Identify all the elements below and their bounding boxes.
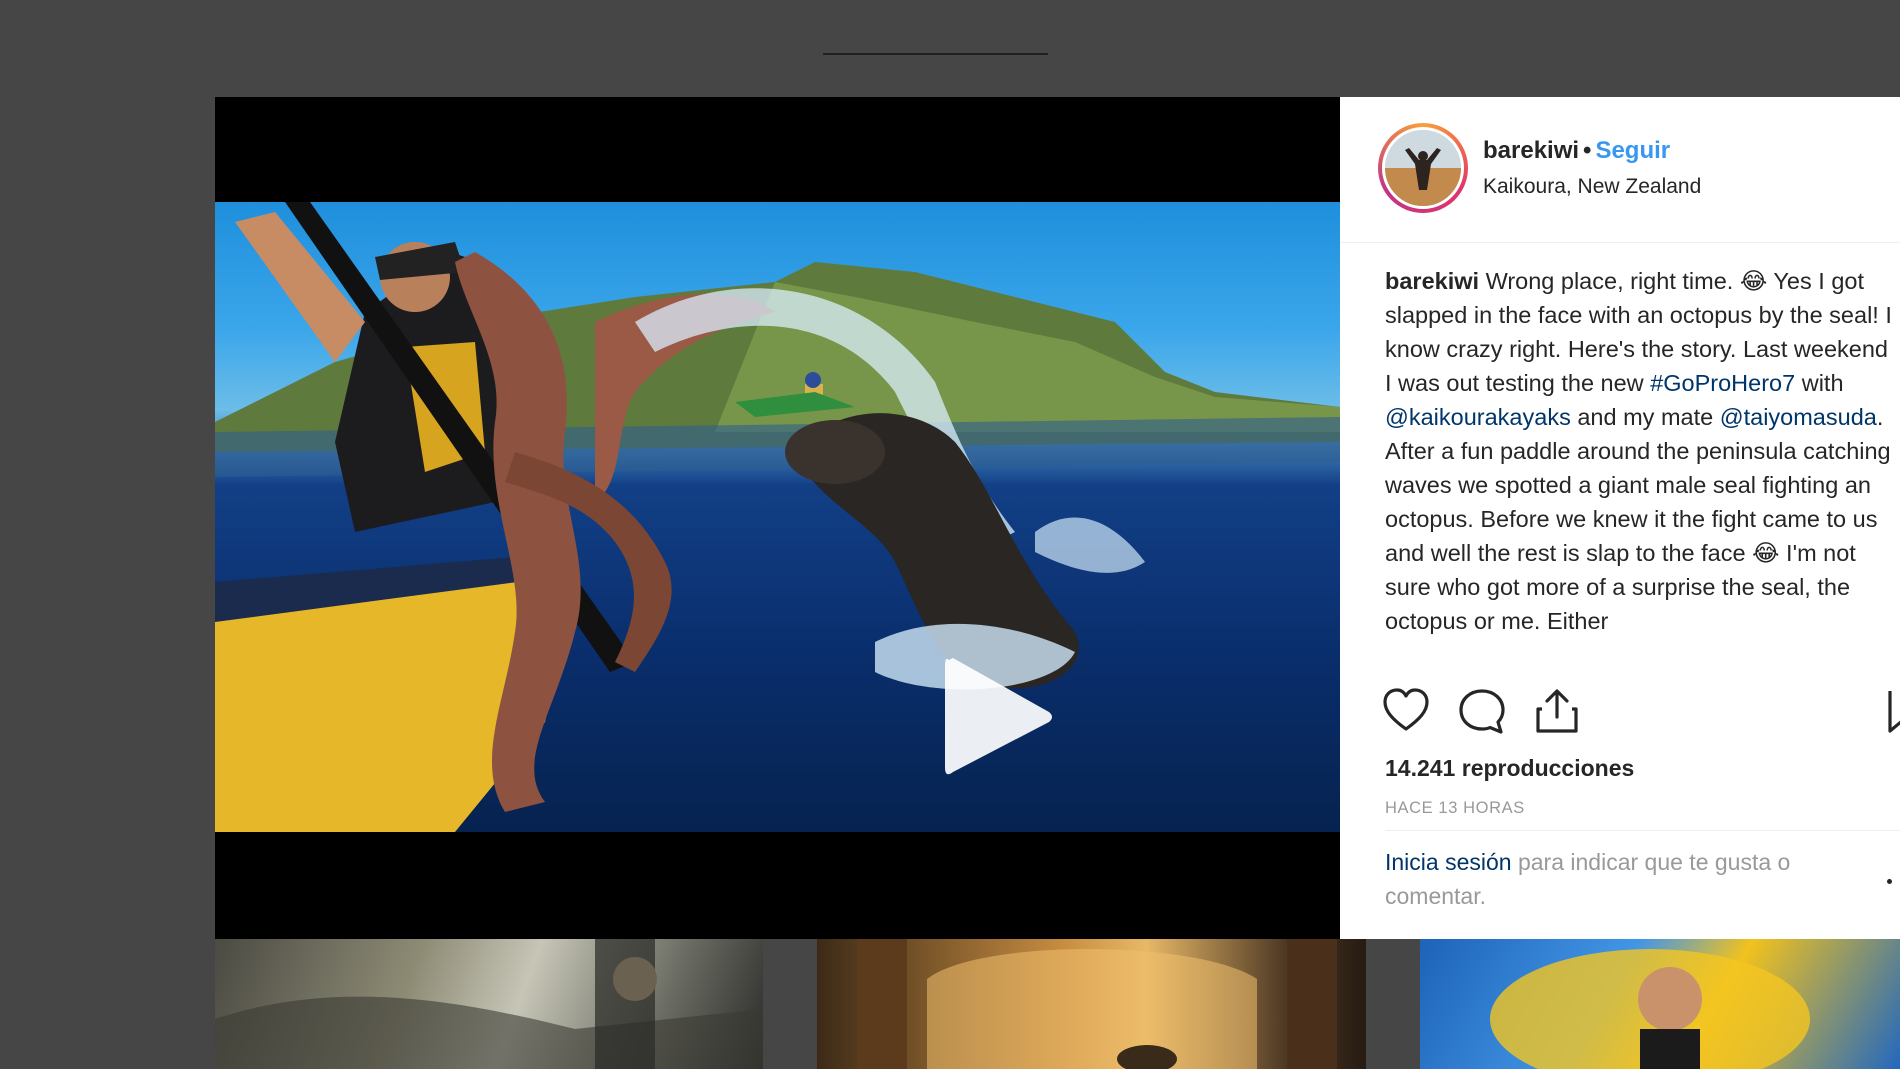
caption-username[interactable]: barekiwi bbox=[1385, 268, 1479, 294]
mention-link-taiyomasuda[interactable]: @taiyomasuda bbox=[1720, 404, 1877, 430]
avatar[interactable] bbox=[1378, 123, 1468, 213]
bookmark-icon[interactable] bbox=[1888, 687, 1900, 740]
comment-icon[interactable] bbox=[1457, 687, 1507, 740]
avatar-image bbox=[1382, 127, 1464, 209]
video-player[interactable] bbox=[215, 202, 1340, 832]
section-divider bbox=[1385, 830, 1900, 831]
login-link[interactable]: Inicia sesión bbox=[1385, 849, 1512, 875]
related-post-thumbnail-3[interactable] bbox=[1420, 939, 1900, 1069]
hashtag-link[interactable]: #GoProHero7 bbox=[1650, 370, 1795, 396]
play-button[interactable] bbox=[937, 652, 1057, 782]
video-frame-scene bbox=[215, 202, 1340, 832]
follow-button[interactable]: Seguir bbox=[1595, 137, 1670, 164]
top-divider bbox=[823, 53, 1048, 55]
caption-text-4: . After a fun paddle around the peninsul… bbox=[1385, 404, 1891, 634]
username-row: barekiwi • Seguir bbox=[1483, 137, 1670, 165]
heart-icon[interactable] bbox=[1382, 687, 1430, 738]
caption-text-3: and my mate bbox=[1570, 404, 1720, 430]
mention-link-kaikourakayaks[interactable]: @kaikourakayaks bbox=[1385, 404, 1571, 430]
login-prompt: Inicia sesión para indicar que te gusta … bbox=[1385, 845, 1885, 913]
post-timestamp[interactable]: HACE 13 HORAS bbox=[1385, 799, 1525, 818]
post-media[interactable] bbox=[215, 97, 1340, 939]
share-icon[interactable] bbox=[1534, 687, 1580, 740]
view-count[interactable]: 14.241 reproducciones bbox=[1385, 755, 1634, 782]
caption-text-2: with bbox=[1795, 370, 1844, 396]
post-details-panel: barekiwi • Seguir Kaikoura, New Zealand ba… bbox=[1340, 97, 1900, 939]
play-icon bbox=[945, 658, 1052, 775]
location-link[interactable]: Kaikoura, New Zealand bbox=[1483, 175, 1701, 199]
related-post-thumbnail-2[interactable] bbox=[817, 939, 1366, 1069]
post-header: barekiwi • Seguir Kaikoura, New Zealand bbox=[1340, 97, 1900, 243]
action-bar bbox=[1340, 687, 1900, 747]
username-link[interactable]: barekiwi bbox=[1483, 137, 1579, 164]
separator-dot: • bbox=[1583, 137, 1592, 164]
more-options-icon[interactable] bbox=[1887, 879, 1892, 884]
related-post-thumbnail-1[interactable] bbox=[215, 939, 763, 1069]
